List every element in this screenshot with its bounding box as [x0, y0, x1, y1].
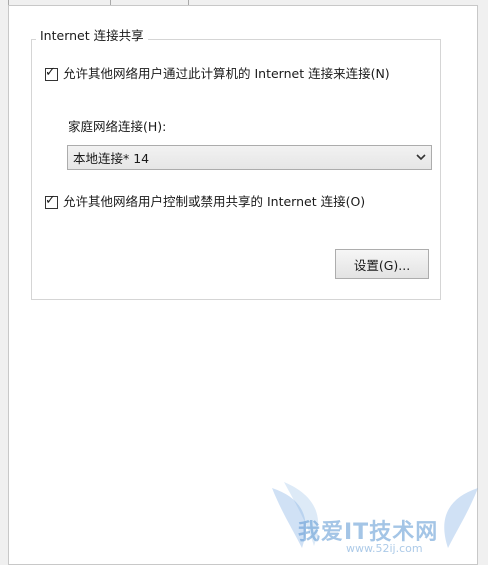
checkmark-icon: ✓ — [45, 64, 56, 80]
home-network-selected[interactable]: 本地连接* 14 — [68, 148, 411, 167]
allow-control-checkbox[interactable]: ✓ — [45, 192, 58, 209]
allow-connect-checkbox[interactable]: ✓ — [45, 64, 58, 81]
checkmark-icon: ✓ — [45, 192, 56, 208]
allow-control-label[interactable]: 允许其他网络用户控制或禁用共享的 Internet 连接(O) — [63, 194, 365, 210]
settings-button[interactable]: 设置(G)... — [335, 249, 429, 279]
site-watermark: 我爱IT技术网 www.52ij.com — [262, 478, 488, 556]
allow-connect-checkbox-row[interactable]: ✓ 允许其他网络用户通过此计算机的 Internet 连接来连接(N) — [45, 64, 390, 82]
allow-connect-label[interactable]: 允许其他网络用户通过此计算机的 Internet 连接来连接(N) — [63, 66, 390, 82]
group-title: Internet 连接共享 — [36, 28, 148, 44]
home-network-label: 家庭网络连接(H): — [68, 119, 167, 134]
home-network-dropdown[interactable]: 本地连接* 14 — [67, 145, 432, 170]
watermark-url: www.52ij.com — [346, 542, 423, 555]
chevron-down-icon[interactable] — [411, 146, 431, 169]
allow-control-checkbox-row[interactable]: ✓ 允许其他网络用户控制或禁用共享的 Internet 连接(O) — [45, 192, 365, 210]
